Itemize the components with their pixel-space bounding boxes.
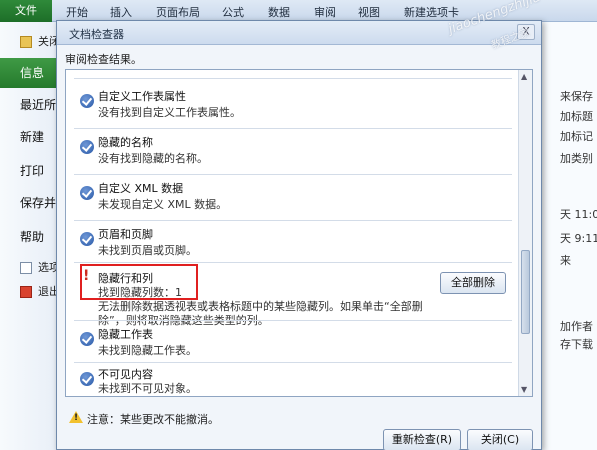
tab-review[interactable]: 审阅 bbox=[314, 4, 336, 20]
divider bbox=[74, 128, 512, 129]
divider bbox=[74, 362, 512, 363]
result-desc: 未找到页眉或页脚。 bbox=[98, 244, 197, 257]
result-item: 隐藏工作表 未找到隐藏工作表。 bbox=[66, 322, 518, 362]
dialog-title: 文档检查器 bbox=[69, 28, 124, 41]
reinspect-button[interactable]: 重新检查(R) bbox=[383, 429, 461, 450]
nav-save-send[interactable]: 保存并 bbox=[0, 188, 64, 218]
tab-new-tab[interactable]: 新建选项卡 bbox=[404, 4, 459, 20]
scroll-down-icon[interactable]: ▼ bbox=[521, 385, 530, 394]
backstage-nav: 关闭 信息 最近所 新建 打印 保存并 帮助 选项 退出 bbox=[0, 22, 64, 450]
result-desc: 未找到不可见对象。 bbox=[98, 382, 197, 395]
info-fragment: 存下载 bbox=[560, 338, 593, 351]
info-fragment: 天 11:0 bbox=[560, 208, 597, 221]
result-title: 页眉和页脚 bbox=[98, 228, 153, 241]
divider bbox=[74, 262, 512, 263]
tab-view[interactable]: 视图 bbox=[358, 4, 380, 20]
divider bbox=[74, 320, 512, 321]
nav-help[interactable]: 帮助 bbox=[0, 222, 64, 252]
info-fragment: 来保存 bbox=[560, 90, 593, 103]
result-title: 自定义 XML 数据 bbox=[98, 182, 184, 195]
nav-options[interactable]: 选项 bbox=[0, 256, 64, 280]
scrollbar[interactable]: ▲ ▼ bbox=[518, 70, 532, 396]
info-fragment: 天 9:11 bbox=[560, 232, 597, 245]
options-icon bbox=[20, 262, 32, 274]
tab-home[interactable]: 开始 bbox=[66, 4, 88, 20]
info-fragment: 加标题 bbox=[560, 110, 593, 123]
scroll-up-icon[interactable]: ▲ bbox=[521, 72, 530, 81]
dialog-subtitle: 审阅检查结果。 bbox=[65, 53, 142, 66]
result-title: 自定义工作表属性 bbox=[98, 90, 186, 103]
tab-insert[interactable]: 插入 bbox=[110, 4, 132, 20]
result-item: 页眉和页脚 未找到页眉或页脚。 bbox=[66, 222, 518, 262]
dialog-note: 注意：某些更改不能撤消。 bbox=[87, 413, 219, 426]
divider bbox=[74, 174, 512, 175]
result-title: 隐藏的名称 bbox=[98, 136, 153, 149]
result-desc: 未发现自定义 XML 数据。 bbox=[98, 198, 228, 211]
check-icon bbox=[80, 332, 94, 346]
check-icon bbox=[80, 232, 94, 246]
nav-exit[interactable]: 退出 bbox=[0, 280, 64, 304]
result-desc: 没有找到自定义工作表属性。 bbox=[98, 106, 241, 119]
info-fragment: 加标记 bbox=[560, 130, 593, 143]
result-desc: 未找到隐藏工作表。 bbox=[98, 344, 197, 357]
result-title: 隐藏工作表 bbox=[98, 328, 153, 341]
warning-triangle-mark: ! bbox=[74, 413, 79, 423]
close-button[interactable]: 关闭(C) bbox=[467, 429, 533, 450]
remove-all-button[interactable]: 全部删除 bbox=[440, 272, 506, 294]
scroll-thumb[interactable] bbox=[521, 250, 530, 334]
nav-close-file[interactable]: 关闭 bbox=[0, 30, 64, 54]
exit-icon bbox=[20, 286, 32, 298]
inspection-results-list[interactable]: 自定义工作表属性 没有找到自定义工作表属性。 隐藏的名称 没有找到隐藏的名称。 … bbox=[65, 69, 533, 397]
tab-formulas[interactable]: 公式 bbox=[222, 4, 244, 20]
result-item: 自定义 XML 数据 未发现自定义 XML 数据。 bbox=[66, 176, 518, 216]
divider bbox=[74, 78, 512, 79]
result-desc: 没有找到隐藏的名称。 bbox=[98, 152, 208, 165]
tab-data[interactable]: 数据 bbox=[268, 4, 290, 20]
divider bbox=[74, 220, 512, 221]
check-icon bbox=[80, 372, 94, 386]
result-item: 不可见内容 未找到不可见对象。 bbox=[66, 364, 518, 396]
nav-recent[interactable]: 最近所 bbox=[0, 90, 64, 120]
nav-info[interactable]: 信息 bbox=[0, 58, 64, 88]
tab-file[interactable]: 文件 bbox=[0, 0, 52, 22]
info-fragment: 加作者 bbox=[560, 320, 593, 333]
check-icon bbox=[80, 186, 94, 200]
document-inspector-dialog: 文档检查器 X 审阅检查结果。 自定义工作表属性 没有找到自定义工作表属性。 隐… bbox=[56, 20, 542, 450]
info-fragment: 加类别 bbox=[560, 152, 593, 165]
result-item: 自定义工作表属性 没有找到自定义工作表属性。 bbox=[66, 84, 518, 124]
info-fragment: 来 bbox=[560, 254, 571, 267]
nav-print[interactable]: 打印 bbox=[0, 156, 64, 186]
check-icon bbox=[80, 140, 94, 154]
folder-icon bbox=[20, 36, 32, 48]
tab-page-layout[interactable]: 页面布局 bbox=[156, 4, 200, 20]
result-item: 隐藏的名称 没有找到隐藏的名称。 bbox=[66, 130, 518, 170]
nav-new[interactable]: 新建 bbox=[0, 122, 64, 152]
check-icon bbox=[80, 94, 94, 108]
highlight-box bbox=[80, 264, 198, 300]
